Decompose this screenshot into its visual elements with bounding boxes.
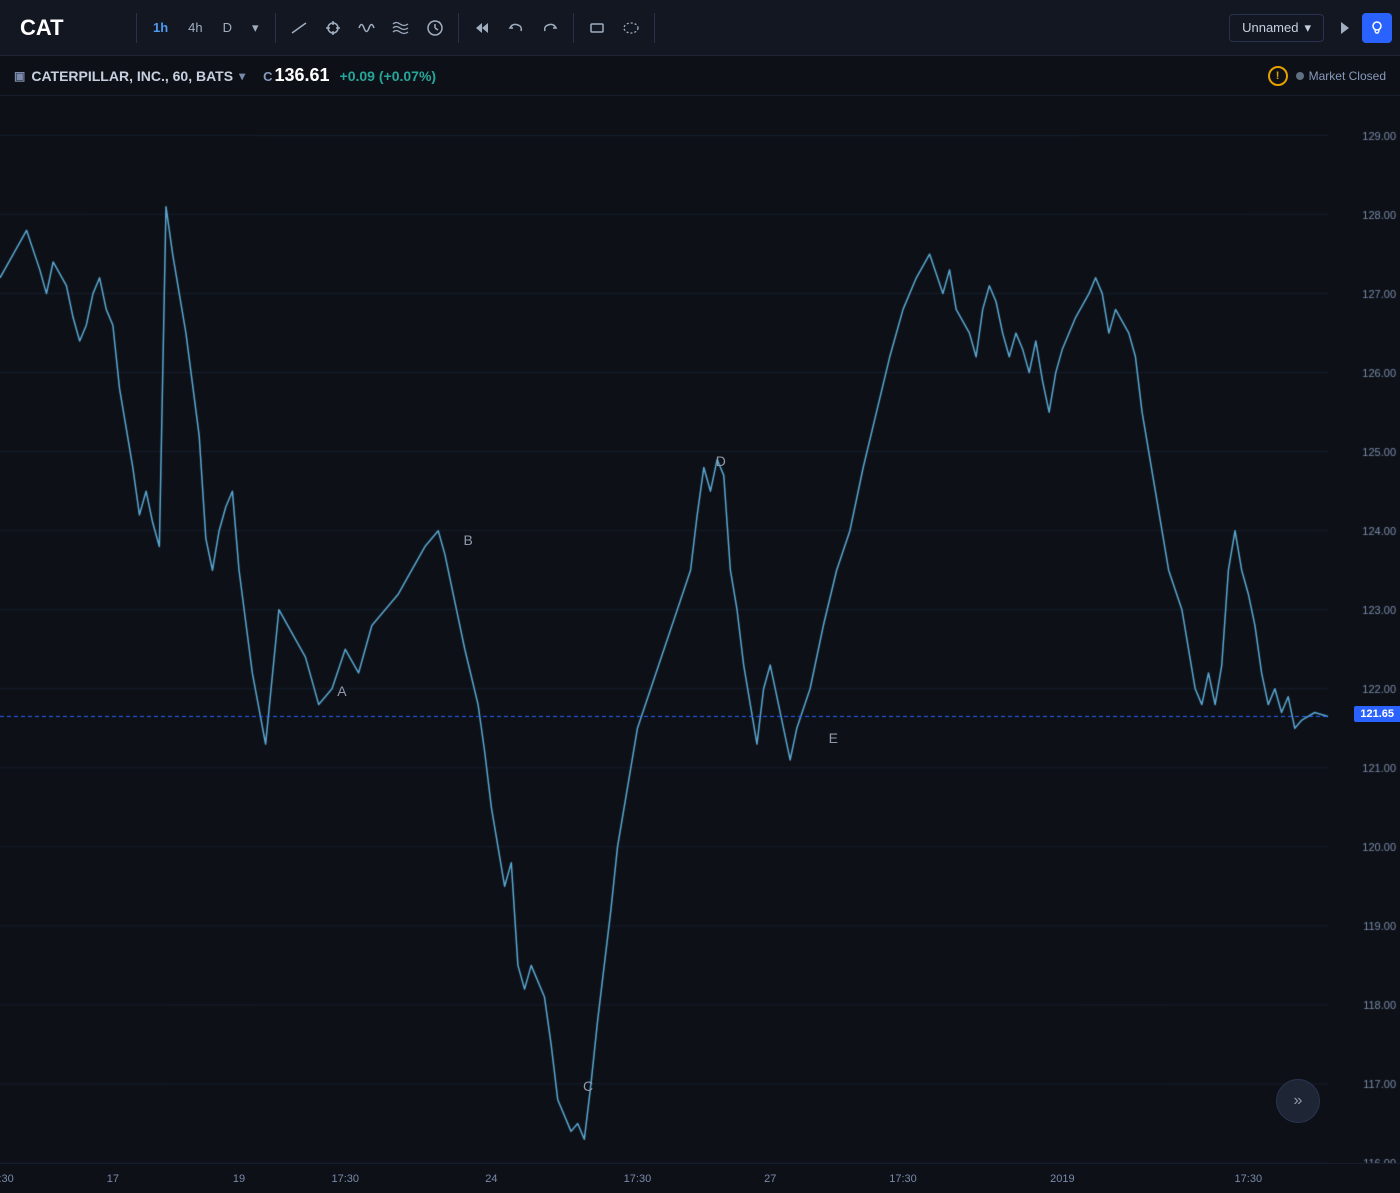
current-price-label: 121.65 xyxy=(1354,706,1400,722)
time-tick: 17:30 xyxy=(624,1173,652,1185)
info-bar: ▣ CATERPILLAR, INC., 60, BATS ▾ C136.61 … xyxy=(0,56,1400,96)
change-value: +0.09 xyxy=(340,68,375,84)
warning-icon: ! xyxy=(1268,66,1288,86)
sep4 xyxy=(573,13,574,43)
symbol-dropdown[interactable]: ▾ xyxy=(239,69,245,83)
info-bar-right: ! Market Closed xyxy=(1268,66,1386,86)
chart-area[interactable]: A B C D E 121.65 » xyxy=(0,96,1400,1163)
symbol-icon: ▣ xyxy=(14,69,25,83)
time-tick: 17:30 xyxy=(1235,1173,1263,1185)
price-chart xyxy=(0,96,1400,1163)
unnamed-label: Unnamed xyxy=(1242,20,1298,35)
price-label: C xyxy=(263,69,272,84)
sep5 xyxy=(654,13,655,43)
time-tick: 2019 xyxy=(1050,1173,1074,1185)
timeframe-4h[interactable]: 4h xyxy=(180,14,210,41)
pattern-tool[interactable] xyxy=(386,13,416,43)
sep3 xyxy=(458,13,459,43)
dropdown-icon: ▾ xyxy=(1304,20,1311,36)
symbol-name: CATERPILLAR, INC., 60, BATS xyxy=(31,68,233,84)
rect-tool[interactable] xyxy=(582,13,612,43)
market-status: Market Closed xyxy=(1296,69,1386,83)
time-tick: 17:30 xyxy=(889,1173,917,1185)
symbol-label: CAT xyxy=(8,15,128,41)
sep2 xyxy=(275,13,276,43)
undo-btn[interactable] xyxy=(501,13,531,43)
timeframe-1h[interactable]: 1h xyxy=(145,14,176,41)
timeframe-dropdown[interactable]: ▾ xyxy=(244,14,267,42)
change-pct: (+0.07%) xyxy=(379,68,436,84)
sep1 xyxy=(136,13,137,43)
redo-btn[interactable] xyxy=(535,13,565,43)
chart-wrapper: ▣ CATERPILLAR, INC., 60, BATS ▾ C136.61 … xyxy=(0,56,1400,1193)
line-tool[interactable] xyxy=(284,13,314,43)
time-axis: 17:30 17 19 17:30 24 17:30 27 17:30 2019 17:30 xyxy=(0,1163,1400,1193)
price-value: 136.61 xyxy=(274,65,329,85)
time-tick: 24 xyxy=(485,1173,497,1185)
time-tick: 27 xyxy=(764,1173,776,1185)
idea-btn[interactable] xyxy=(1362,13,1392,43)
symbol-full: ▣ CATERPILLAR, INC., 60, BATS ▾ xyxy=(14,68,245,84)
timeframe-d[interactable]: D xyxy=(215,14,240,41)
market-status-text: Market Closed xyxy=(1309,69,1386,83)
unnamed-layout-btn[interactable]: Unnamed ▾ xyxy=(1229,14,1324,42)
clock-tool[interactable] xyxy=(420,13,450,43)
next-button[interactable]: » xyxy=(1276,1079,1320,1123)
lasso-tool[interactable] xyxy=(616,13,646,43)
more-btn[interactable] xyxy=(1328,13,1358,43)
time-tick: 19 xyxy=(233,1173,245,1185)
toolbar-right: Unnamed ▾ xyxy=(1229,13,1392,43)
status-dot xyxy=(1296,72,1304,80)
crosshair-tool[interactable] xyxy=(318,13,348,43)
time-tick: 17:30 xyxy=(0,1173,14,1185)
price-change: +0.09 (+0.07%) xyxy=(340,68,437,84)
rewind-btn[interactable] xyxy=(467,13,497,43)
toolbar: CAT 1h 4h D ▾ xyxy=(0,0,1400,56)
time-tick: 17:30 xyxy=(332,1173,360,1185)
time-tick: 17 xyxy=(107,1173,119,1185)
price-display: C136.61 xyxy=(263,65,329,86)
wave-tool[interactable] xyxy=(352,13,382,43)
